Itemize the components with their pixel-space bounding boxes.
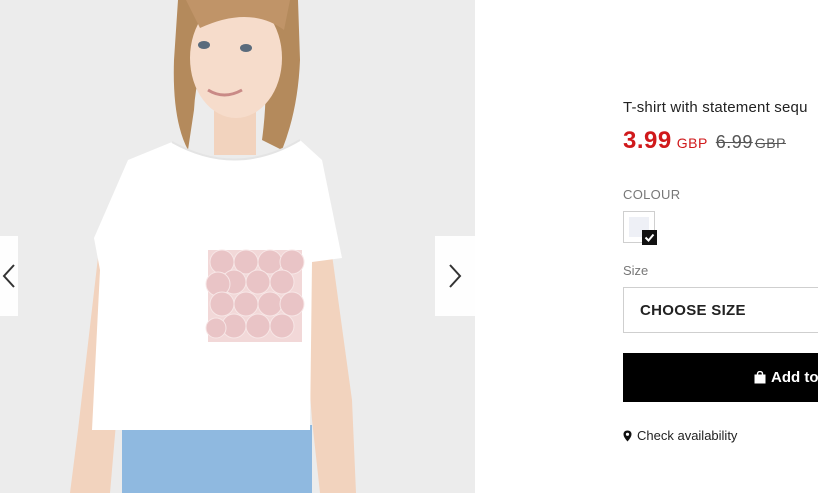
size-select[interactable]: CHOOSE SIZE xyxy=(623,287,818,333)
chevron-left-icon xyxy=(2,264,15,288)
colour-swatch-white[interactable] xyxy=(623,211,657,245)
product-image-gallery xyxy=(0,0,475,493)
chevron-right-icon xyxy=(449,264,462,288)
product-title: T-shirt with statement sequ xyxy=(623,99,808,116)
gallery-next-button[interactable] xyxy=(435,236,475,316)
gallery-prev-button[interactable] xyxy=(0,236,18,316)
checkmark-icon xyxy=(644,233,655,242)
colour-label: COLOUR xyxy=(623,187,681,202)
size-label: Size xyxy=(623,263,649,278)
old-currency: GBP xyxy=(754,135,786,151)
sale-currency: GBP xyxy=(676,135,708,151)
product-photo xyxy=(0,0,475,493)
check-availability-link[interactable]: Check availability xyxy=(623,428,737,443)
old-price: 6.99 xyxy=(715,132,753,152)
price-row: 3.99 GBP 6.99 GBP xyxy=(623,127,786,155)
product-details: T-shirt with statement sequ 3.99 GBP 6.99 G… xyxy=(623,0,818,493)
swatch-selected-badge xyxy=(642,230,657,245)
sale-price: 3.99 xyxy=(623,127,672,154)
check-availability-label: Check availability xyxy=(637,428,738,443)
shopping-bag-icon xyxy=(754,371,766,384)
add-to-cart-button[interactable]: Add to xyxy=(623,353,818,402)
map-pin-icon xyxy=(623,430,632,442)
add-to-cart-label: Add to xyxy=(771,369,818,386)
